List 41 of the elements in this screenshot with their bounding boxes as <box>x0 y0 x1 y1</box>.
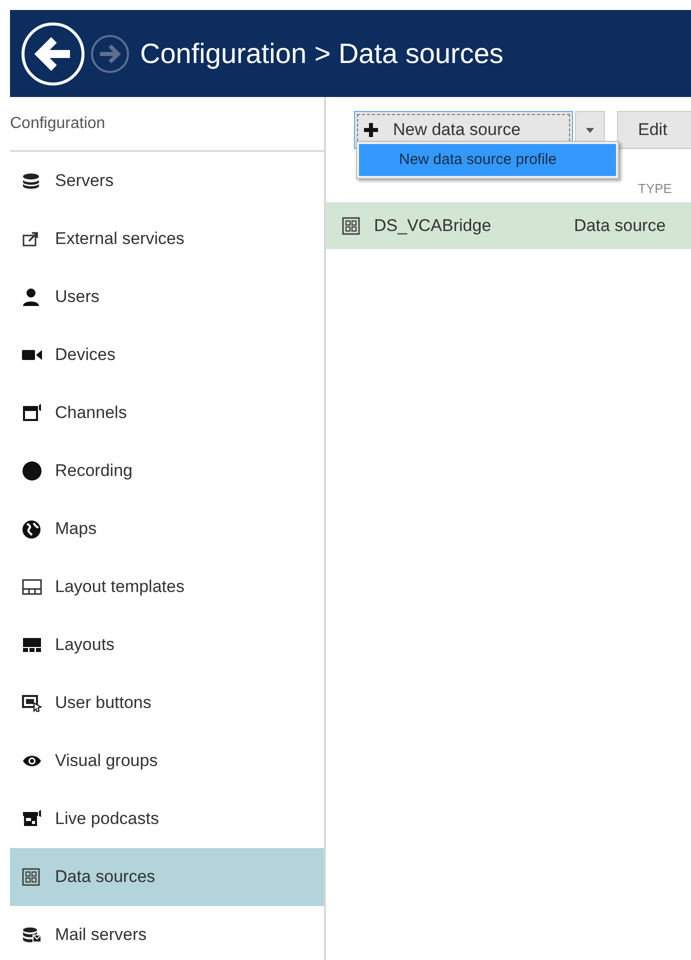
sidebar-item[interactable]: Live podcasts <box>10 790 324 848</box>
external-link-icon <box>22 231 40 247</box>
mail-stack-icon <box>22 927 42 943</box>
broadcast-screen-icon <box>22 810 42 828</box>
sidebar-item[interactable]: Channels <box>10 384 324 442</box>
sidebar-item[interactable]: Layout templates <box>10 558 324 616</box>
sidebar-item[interactable]: Servers <box>10 152 324 210</box>
sidebar-item[interactable]: Devices <box>10 326 324 384</box>
sidebar-item[interactable]: Mail servers <box>10 906 324 960</box>
sidebar-item[interactable]: Layouts <box>10 616 324 674</box>
table-cell-text: Data source <box>574 215 666 238</box>
sidebar-item[interactable]: External services <box>10 210 324 268</box>
person-icon <box>22 288 40 306</box>
edit-button[interactable]: Edit <box>617 111 691 149</box>
plus-icon <box>363 122 379 138</box>
sidebar-item[interactable]: Maps <box>10 500 324 558</box>
grid-icon <box>22 868 40 886</box>
column-header[interactable]: TYPE <box>638 178 672 198</box>
table-row[interactable]: DS_VCABridge Data source <box>326 203 691 249</box>
table-cell-text: DS_VCABridge <box>374 215 492 238</box>
globe-icon <box>22 520 41 538</box>
caret-icon <box>586 128 594 132</box>
circle-icon <box>22 461 42 481</box>
grid-icon <box>342 217 360 235</box>
grid-layout-icon <box>22 637 42 653</box>
forward-icon[interactable] <box>90 34 130 74</box>
video-camera-icon <box>22 349 42 361</box>
sidebar-item[interactable]: Visual groups <box>10 732 324 790</box>
sidebar-item[interactable]: Recording <box>10 442 324 500</box>
cursor-screen-icon <box>22 694 42 712</box>
sidebar-title: Configuration <box>10 114 106 134</box>
page-title: Configuration > Data sources <box>140 36 504 71</box>
eye-icon <box>22 755 42 767</box>
menu-item[interactable]: New data source profile <box>359 144 616 176</box>
grid-layout-icon <box>22 579 42 595</box>
back-icon[interactable] <box>20 20 86 86</box>
sidebar-item[interactable]: Users <box>10 268 324 326</box>
sidebar-item[interactable]: Data sources <box>10 848 324 906</box>
camera-frame-icon <box>22 404 42 422</box>
sidebar-item[interactable]: User buttons <box>10 674 324 732</box>
stack-icon <box>22 173 40 189</box>
